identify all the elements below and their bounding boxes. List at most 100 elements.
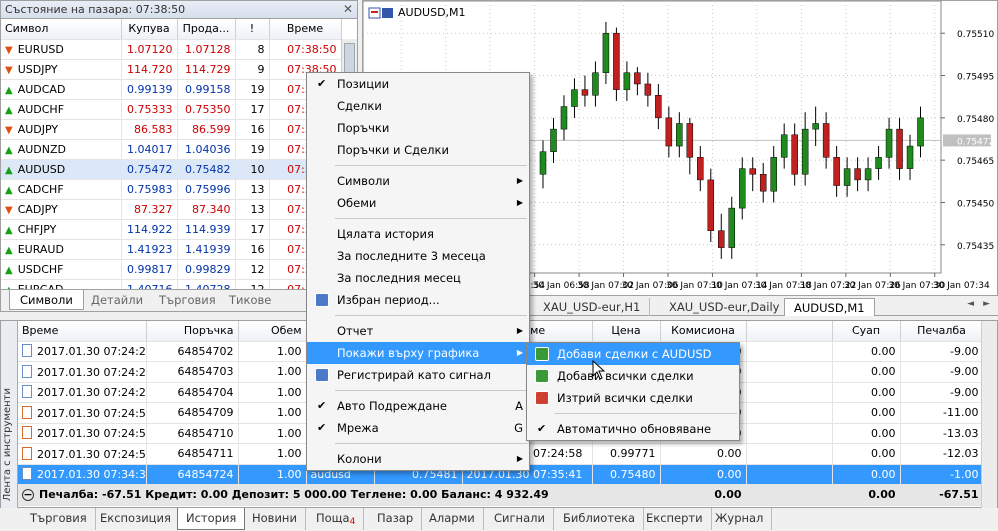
market-watch-row[interactable]: ▲AUDUSD0.754720.754821007:38:50 — [1, 159, 342, 180]
menu-item[interactable]: Изтрий всички сделки — [527, 387, 739, 409]
spread-cell: 17 — [235, 219, 270, 240]
bear-candle — [655, 95, 662, 119]
market-watch-column-header[interactable]: Време — [269, 19, 342, 40]
menu-item[interactable]: Обеми ▶ — [307, 192, 529, 214]
terminal-tab[interactable]: Експерти — [638, 508, 712, 530]
terminal-tab[interactable]: Сигнали — [486, 508, 554, 530]
totals-blank — [746, 484, 833, 506]
market-watch-tab[interactable]: Търговия — [149, 290, 226, 310]
terminal-tab[interactable]: Експозиция — [92, 508, 180, 530]
menu-item[interactable]: Отчет ▶ — [307, 320, 529, 342]
history-column-header[interactable]: Поръчка — [146, 321, 239, 342]
history-vol-cell: 1.00 — [238, 443, 307, 465]
menu-item-label: Избран период... — [337, 293, 440, 307]
market-watch-column-header[interactable]: ! — [235, 19, 270, 40]
menu-item[interactable]: Добави всички сделки — [527, 365, 739, 387]
spread-cell: 17 — [235, 99, 270, 120]
terminal-tab[interactable]: Журнал — [707, 508, 773, 530]
market-watch-row[interactable]: ▲EURAUD1.419231.419391607:38:50 — [1, 239, 342, 260]
terminal-scrollbar[interactable] — [981, 321, 997, 509]
bear-candle — [749, 168, 756, 175]
scrollbar-thumb[interactable] — [344, 43, 355, 73]
chart-tab[interactable]: XAU_USD-eur,H1 — [534, 298, 651, 316]
symbol-cell: ▼ AUDJPY — [1, 119, 122, 140]
terminal-tab[interactable]: Търговия — [22, 508, 96, 530]
ask-cell: 114.729 — [177, 59, 236, 80]
market-watch-tab[interactable]: Символи — [9, 290, 84, 310]
close-icon[interactable]: ✕ — [343, 2, 353, 16]
history-column-header[interactable]: Суап — [832, 321, 901, 342]
bear-candle — [822, 123, 830, 158]
menu-item[interactable]: Поръчки — [307, 117, 529, 139]
market-watch-row[interactable]: ▲CADCHF0.759830.759961307:38:50 — [1, 179, 342, 200]
menu-item[interactable]: За последния месец — [307, 267, 529, 289]
history-column-header[interactable]: Комисиона — [660, 321, 747, 342]
menu-item[interactable]: Регистрирай като сигнал — [307, 364, 529, 386]
market-watch-column-header[interactable]: Символ — [1, 19, 122, 40]
tab-scroll-right-icon[interactable]: ► — [983, 299, 990, 309]
menu-item[interactable]: ✔ Автоматично обновяване — [527, 418, 739, 440]
market-watch-column-header[interactable]: Прода... — [177, 19, 236, 40]
totals-profit: -67.51 — [900, 484, 984, 506]
market-watch-column-header[interactable]: Купува — [121, 19, 178, 40]
menu-item[interactable]: Колони ▶ — [307, 448, 529, 470]
history-vol-cell: 1.00 — [238, 464, 307, 485]
market-watch-row[interactable]: ▲AUDNZD1.040171.040361907:38:50 — [1, 139, 342, 160]
menu-item[interactable]: ✔ Авто Подреждане A — [307, 395, 529, 417]
market-watch-row[interactable]: ▼ EURUSD 1.07120 1.07128 8 07:38:50 — [1, 39, 342, 60]
tab-scroll-left-icon[interactable]: ◄ — [967, 299, 974, 309]
market-watch-tab[interactable]: Детайли — [81, 290, 153, 310]
terminal-tab[interactable]: Поща4 — [308, 508, 365, 530]
symbol-cell: ▲ AUDCAD — [1, 79, 122, 100]
history-comm-cell: 0.00 — [660, 443, 747, 465]
market-watch-row[interactable]: ▼AUDJPY86.58386.5991607:38:50 — [1, 119, 342, 140]
history-column-header[interactable]: Печалба — [900, 321, 984, 342]
menu-item[interactable]: Поръчки и Сделки — [307, 139, 529, 161]
menu-item[interactable]: Сделки — [307, 95, 529, 117]
history-column-header[interactable]: Обем — [238, 321, 307, 342]
terminal-tab[interactable]: Аларми — [421, 508, 484, 530]
menu-item[interactable]: Цялата история — [307, 223, 529, 245]
history-column-header[interactable]: Време — [18, 321, 147, 342]
symbol-cell: ▲ CHFJPY — [1, 219, 122, 240]
ask-cell: 0.99158 — [177, 79, 236, 100]
collapse-icon[interactable]: − — [22, 489, 34, 502]
menu-item-label: Поръчки — [337, 121, 390, 135]
arrow-down-icon: ▼ — [5, 64, 13, 76]
menu-item[interactable]: Символи ▶ — [307, 170, 529, 192]
market-watch-title-text: Състояние на пазара: 07:38:50 — [5, 3, 186, 16]
menu-separator — [335, 218, 527, 219]
menu-item[interactable]: Избран период... — [307, 289, 529, 311]
price-label: 0.75465 — [957, 157, 994, 167]
market-watch-row[interactable]: ▲AUDCHF0.753330.753501707:38:50 — [1, 99, 342, 120]
history-column-header[interactable]: Цена — [592, 321, 661, 342]
bear-candle — [686, 123, 694, 158]
market-watch-row[interactable]: ▼ USDJPY 114.720 114.729 9 07:38:50 — [1, 59, 342, 80]
spread-cell: 10 — [235, 159, 270, 180]
show-on-chart-submenu: Добави сделки с AUDUSD Добави всички сдел… — [526, 342, 740, 441]
history-column-header[interactable] — [746, 321, 833, 342]
market-watch-row[interactable]: ▲USDCHF0.998170.998291207:38:50 — [1, 259, 342, 280]
menu-item[interactable]: Добави сделки с AUDUSD — [527, 343, 739, 365]
arrow-up-icon: ▲ — [5, 264, 13, 276]
market-watch-row[interactable]: ▼CADJPY87.32787.3401307:38:50 — [1, 199, 342, 220]
terminal-tab[interactable]: Библиотека — [555, 508, 645, 530]
menu-item[interactable]: Покажи върху графика ▶ — [307, 342, 529, 364]
market-watch-row[interactable]: ▲CHFJPY114.922114.9391707:38:50 — [1, 219, 342, 240]
terminal-tab[interactable]: Новини — [244, 508, 306, 530]
menu-item-label: Добави всички сделки — [557, 369, 694, 383]
market-watch-tab[interactable]: Тикове — [219, 290, 281, 310]
menu-item[interactable]: ✔ Позиции — [307, 73, 529, 95]
menu-item[interactable]: За последните 3 месеца — [307, 245, 529, 267]
terminal-tab-label: Поща — [316, 511, 350, 525]
chart-tab[interactable]: XAU_USD-eur,Daily — [660, 298, 790, 316]
chart-tab[interactable]: AUDUSD,M1 — [784, 298, 875, 316]
terminal-tab[interactable]: История — [177, 508, 246, 530]
terminal-tab-label: История — [186, 511, 237, 525]
market-watch-row[interactable]: ▲AUDCAD0.991390.991581907:38:50 — [1, 79, 342, 100]
history-profit-cell: -9.00 — [900, 341, 984, 362]
bull-candle — [906, 145, 914, 169]
menu-item[interactable]: ✔ Мрежа G — [307, 417, 529, 439]
ask-cell: 0.75482 — [177, 159, 236, 180]
terminal-tab[interactable]: Пазар — [369, 508, 423, 530]
